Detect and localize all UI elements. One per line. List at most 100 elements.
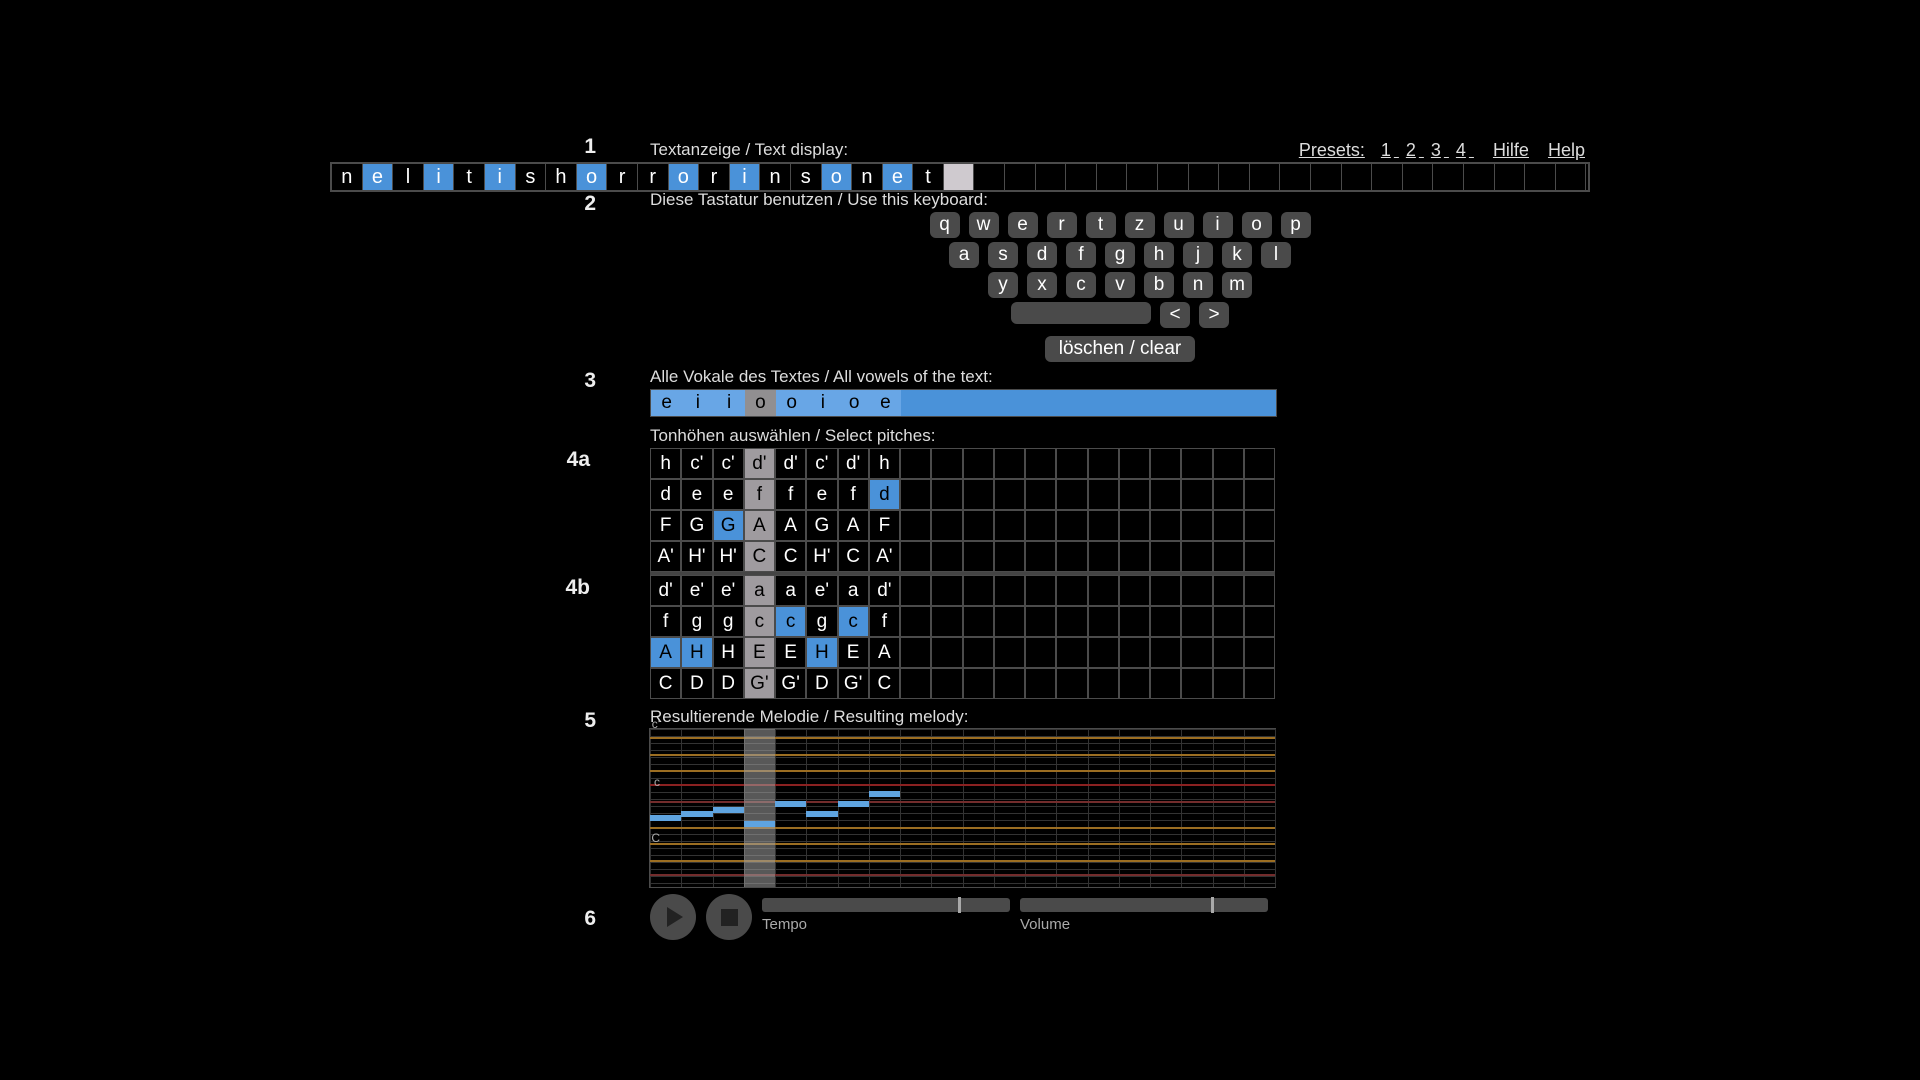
- key-b[interactable]: b: [1144, 272, 1174, 298]
- vowel-cell[interactable]: e: [870, 390, 901, 416]
- vowel-cell[interactable]: [1057, 390, 1088, 416]
- pitch-cell[interactable]: A: [838, 510, 869, 541]
- pitch-cell[interactable]: E: [838, 637, 869, 668]
- pitch-cell[interactable]: D: [681, 668, 712, 699]
- pitch-cell[interactable]: [1150, 510, 1181, 541]
- pitch-cell[interactable]: [900, 606, 931, 637]
- pitch-cell[interactable]: h: [869, 448, 900, 479]
- pitch-cell[interactable]: [1181, 479, 1212, 510]
- pitch-cell[interactable]: [1025, 448, 1056, 479]
- pitch-cell[interactable]: f: [838, 479, 869, 510]
- pitch-cell[interactable]: [1244, 668, 1275, 699]
- key-s[interactable]: s: [988, 242, 1018, 268]
- volume-slider-thumb[interactable]: [1211, 897, 1214, 913]
- pitch-cell[interactable]: [1119, 510, 1150, 541]
- preset-3[interactable]: 3: [1428, 140, 1444, 161]
- key-o[interactable]: o: [1242, 212, 1272, 238]
- key-f[interactable]: f: [1066, 242, 1096, 268]
- pitch-cell[interactable]: [1150, 668, 1181, 699]
- vowel-cell[interactable]: o: [745, 390, 776, 416]
- pitch-cell[interactable]: C: [838, 541, 869, 572]
- vowel-cell[interactable]: e: [651, 390, 682, 416]
- pitch-cell[interactable]: H: [806, 637, 837, 668]
- vowel-cell[interactable]: [1089, 390, 1120, 416]
- pitch-cell[interactable]: [900, 575, 931, 606]
- key-l[interactable]: l: [1261, 242, 1291, 268]
- pitch-cell[interactable]: [1056, 637, 1087, 668]
- vowel-cell[interactable]: [932, 390, 963, 416]
- pitch-cell[interactable]: [1056, 448, 1087, 479]
- pitch-cell[interactable]: [1213, 668, 1244, 699]
- vowel-cell[interactable]: i: [807, 390, 838, 416]
- pitch-cell[interactable]: [1119, 575, 1150, 606]
- pitch-cell[interactable]: [1088, 541, 1119, 572]
- tempo-slider-thumb[interactable]: [958, 897, 961, 913]
- pitch-cell[interactable]: [1150, 637, 1181, 668]
- pitch-cell[interactable]: [1244, 637, 1275, 668]
- pitch-cell[interactable]: [1213, 479, 1244, 510]
- key-v[interactable]: v: [1105, 272, 1135, 298]
- preset-4[interactable]: 4: [1453, 140, 1469, 161]
- pitch-cell[interactable]: G: [681, 510, 712, 541]
- vowel-cell[interactable]: [1245, 390, 1276, 416]
- pitch-cell[interactable]: G': [775, 668, 806, 699]
- pitch-cell[interactable]: [1213, 575, 1244, 606]
- pitch-cell[interactable]: [1056, 510, 1087, 541]
- pitch-cell[interactable]: [931, 541, 962, 572]
- pitch-cell[interactable]: [1244, 541, 1275, 572]
- play-button[interactable]: [650, 894, 696, 940]
- pitch-cell[interactable]: [900, 510, 931, 541]
- key-t[interactable]: t: [1086, 212, 1116, 238]
- pitch-cell[interactable]: [1244, 479, 1275, 510]
- pitch-cell[interactable]: c: [775, 606, 806, 637]
- pitch-cell[interactable]: g: [681, 606, 712, 637]
- pitch-cell[interactable]: c': [713, 448, 744, 479]
- key-u[interactable]: u: [1164, 212, 1194, 238]
- pitch-cell[interactable]: [1150, 606, 1181, 637]
- key-x[interactable]: x: [1027, 272, 1057, 298]
- pitch-cell[interactable]: C: [744, 541, 775, 572]
- pitch-cell[interactable]: [931, 606, 962, 637]
- pitch-cell[interactable]: [1088, 637, 1119, 668]
- vowel-cell[interactable]: i: [714, 390, 745, 416]
- pitch-cell[interactable]: C: [775, 541, 806, 572]
- pitch-cell[interactable]: [1181, 575, 1212, 606]
- pitch-cell[interactable]: d': [775, 448, 806, 479]
- vowel-cell[interactable]: [1120, 390, 1151, 416]
- key-j[interactable]: j: [1183, 242, 1213, 268]
- key-z[interactable]: z: [1125, 212, 1155, 238]
- pitch-cell[interactable]: G: [806, 510, 837, 541]
- pitch-cell[interactable]: [1213, 448, 1244, 479]
- pitch-cell[interactable]: [900, 668, 931, 699]
- pitch-cell[interactable]: f: [869, 606, 900, 637]
- pitch-cell[interactable]: E: [744, 637, 775, 668]
- pitch-cell[interactable]: [994, 448, 1025, 479]
- pitch-cell[interactable]: a: [775, 575, 806, 606]
- pitch-cell[interactable]: [931, 637, 962, 668]
- pitch-cell[interactable]: [1181, 541, 1212, 572]
- pitch-cell[interactable]: f: [650, 606, 681, 637]
- pitch-cell[interactable]: d': [650, 575, 681, 606]
- pitch-cell[interactable]: [1150, 479, 1181, 510]
- key-d[interactable]: d: [1027, 242, 1057, 268]
- cursor-right-key[interactable]: >: [1199, 302, 1229, 328]
- pitch-cell[interactable]: d': [744, 448, 775, 479]
- pitch-cell[interactable]: H': [806, 541, 837, 572]
- pitch-cell[interactable]: [1088, 668, 1119, 699]
- pitch-cell[interactable]: [1025, 510, 1056, 541]
- pitch-cell[interactable]: [1213, 606, 1244, 637]
- pitch-cell[interactable]: [931, 479, 962, 510]
- pitch-cell[interactable]: [963, 510, 994, 541]
- pitch-cell[interactable]: [994, 510, 1025, 541]
- key-w[interactable]: w: [969, 212, 999, 238]
- pitch-cell[interactable]: D: [806, 668, 837, 699]
- pitch-cell[interactable]: [931, 510, 962, 541]
- pitch-cell[interactable]: e': [713, 575, 744, 606]
- pitch-cell[interactable]: [963, 575, 994, 606]
- pitch-cell[interactable]: a: [838, 575, 869, 606]
- pitch-cell[interactable]: A: [869, 637, 900, 668]
- spacebar-key[interactable]: [1011, 302, 1151, 324]
- volume-slider[interactable]: [1020, 898, 1268, 912]
- pitch-cell[interactable]: [1056, 575, 1087, 606]
- pitch-cell[interactable]: [994, 575, 1025, 606]
